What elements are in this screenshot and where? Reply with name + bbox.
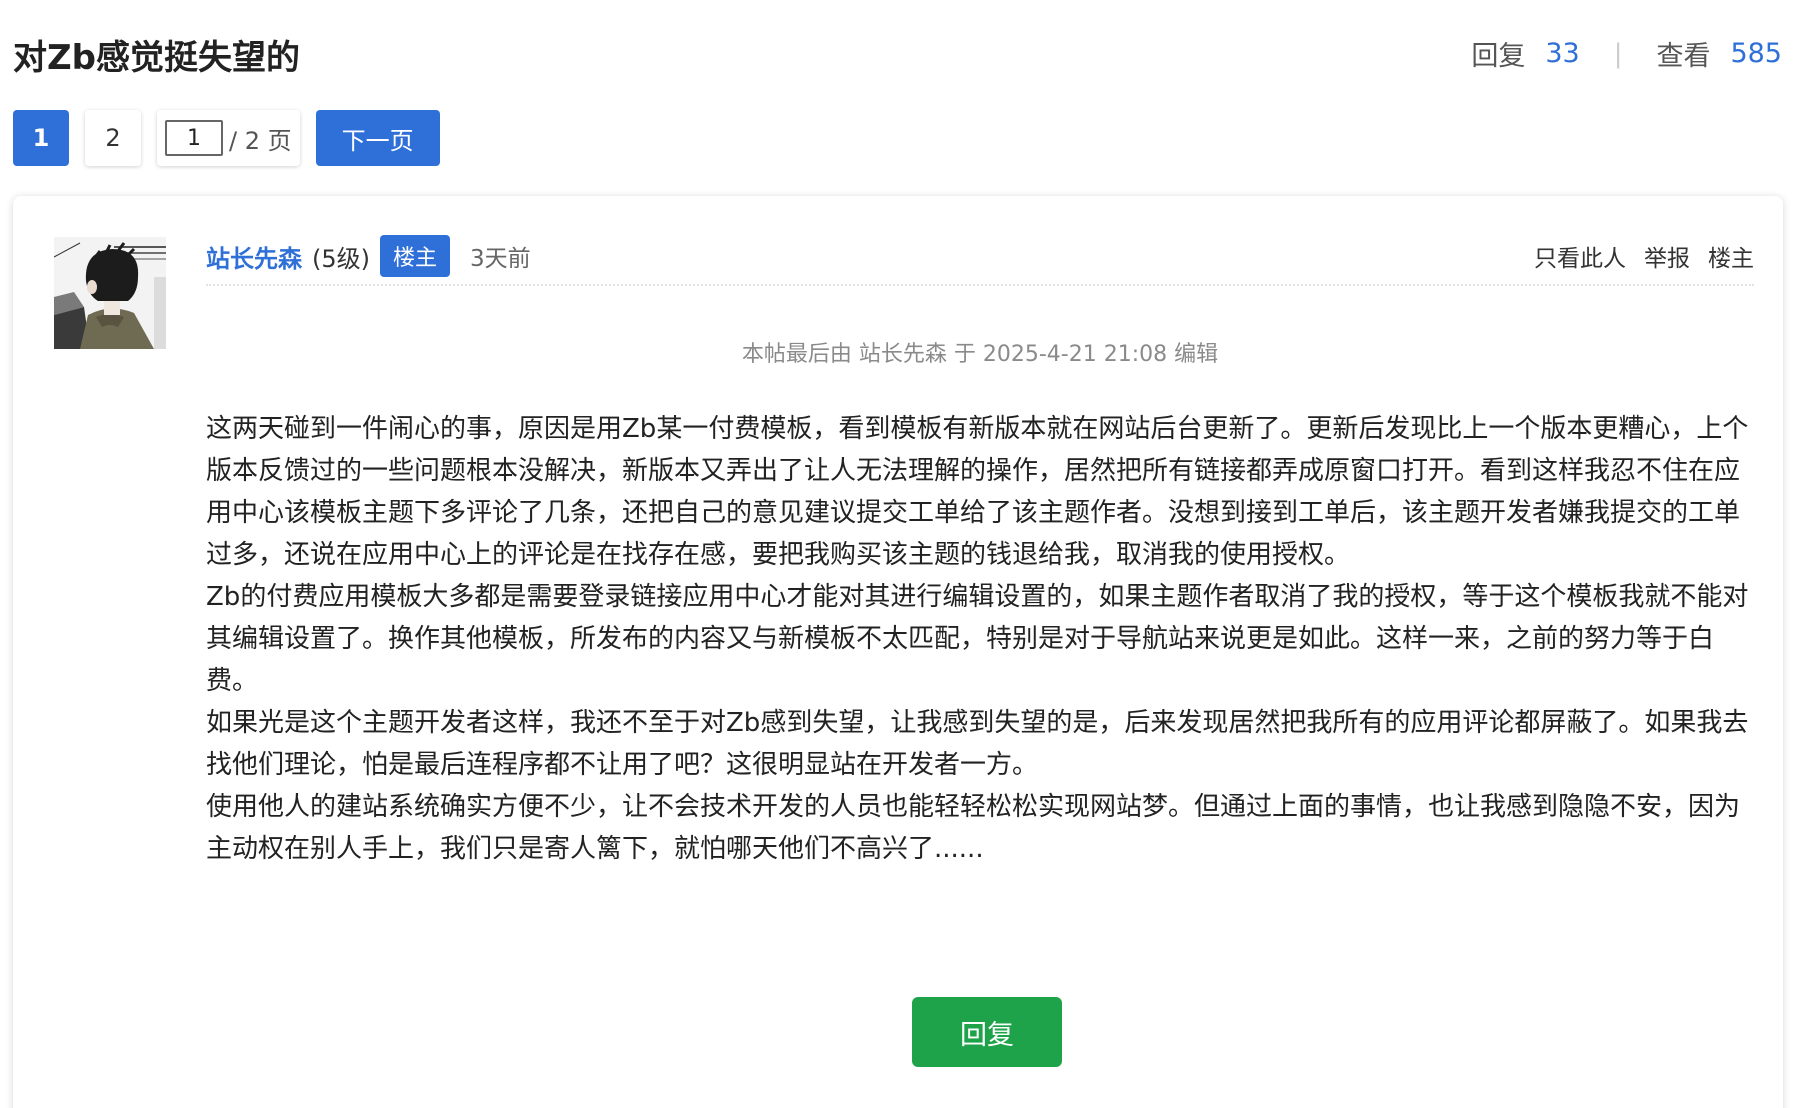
- post-paragraph: 如果光是这个主题开发者这样，我还不至于对Zb感到失望，让我感到失望的是，后来发现…: [206, 708, 1749, 780]
- reply-count-label: 回复: [1471, 41, 1526, 72]
- thread-page: 对Zb感觉挺失望的 回复 33 | 查看 585 1 2 / 2 页 下一页: [0, 0, 1796, 1108]
- post-paragraph: 这两天碰到一件闹心的事，原因是用Zb某一付费模板，看到模板有新版本就在网站后台更…: [206, 414, 1749, 570]
- reply-button[interactable]: 回复: [912, 997, 1062, 1067]
- post-header: 站长先森 (5级) 楼主 3天前 只看此人 举报 楼主: [206, 235, 1754, 286]
- floor-label[interactable]: 楼主: [1708, 239, 1754, 273]
- page-button-1[interactable]: 1: [13, 110, 69, 166]
- report-link[interactable]: 举报: [1644, 239, 1690, 273]
- avatar-image: [54, 237, 166, 349]
- edit-note: 本帖最后由 站长先森 于 2025-4-21 21:08 编辑: [741, 342, 1219, 367]
- author-name[interactable]: 站长先森: [206, 239, 302, 274]
- post-actions: 只看此人 举报 楼主: [1534, 239, 1754, 273]
- view-count-label: 查看: [1656, 41, 1711, 72]
- view-count: 585: [1730, 38, 1782, 69]
- post-card: 站长先森 (5级) 楼主 3天前 只看此人 举报 楼主 本帖最后由 站长先森 于…: [13, 196, 1783, 1108]
- thread-stats: 回复 33 | 查看 585: [1471, 34, 1782, 73]
- avatar[interactable]: [54, 237, 166, 349]
- op-badge: 楼主: [380, 235, 451, 277]
- pagination: 1 2 / 2 页 下一页: [13, 110, 440, 166]
- page-total-label: / 2 页: [229, 126, 292, 155]
- stats-divider: |: [1613, 38, 1623, 69]
- page-jump: / 2 页: [157, 110, 300, 166]
- page-button-2[interactable]: 2: [85, 110, 141, 166]
- post-time: 3天前: [470, 246, 531, 272]
- only-this-user-link[interactable]: 只看此人: [1534, 239, 1626, 273]
- thread-title: 对Zb感觉挺失望的: [13, 38, 300, 78]
- post-paragraph: Zb的付费应用模板大多都是需要登录链接应用中心才能对其进行编辑设置的，如果主题作…: [206, 582, 1749, 696]
- author-level: (5级): [312, 244, 370, 273]
- post-paragraph: 使用他人的建站系统确实方便不少，让不会技术开发的人员也能轻轻松松实现网站梦。但通…: [206, 792, 1741, 864]
- post-body: 这两天碰到一件闹心的事，原因是用Zb某一付费模板，看到模板有新版本就在网站后台更…: [206, 408, 1754, 870]
- reply-count: 33: [1545, 38, 1580, 69]
- next-page-button[interactable]: 下一页: [315, 110, 440, 166]
- page-jump-input[interactable]: [165, 120, 223, 156]
